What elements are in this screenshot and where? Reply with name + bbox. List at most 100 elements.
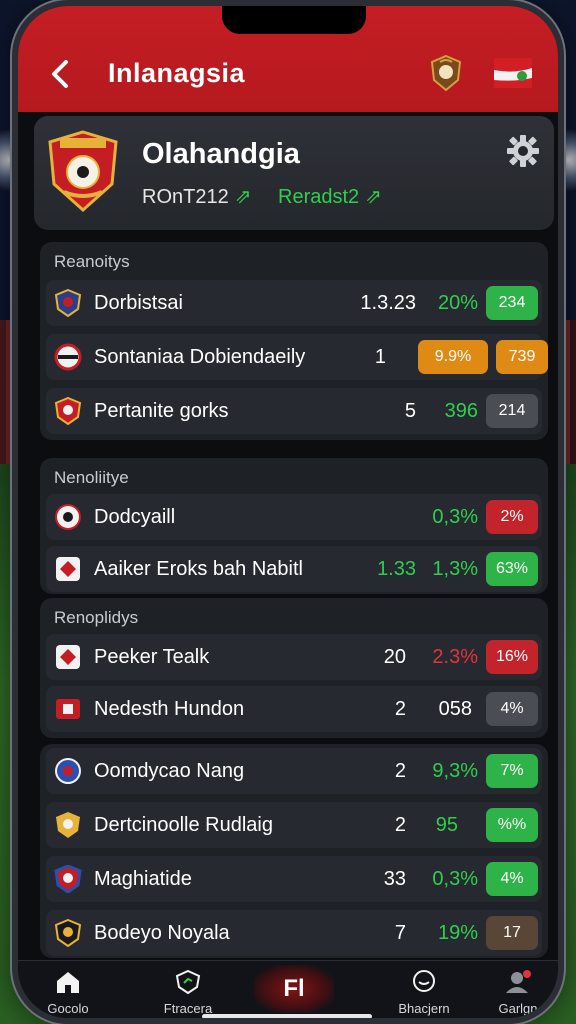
row-name: Peeker Tealk xyxy=(94,646,210,668)
team-name: Olahandgia xyxy=(142,138,300,170)
row-name: Dodcyaill xyxy=(94,506,176,528)
list-item[interactable]: Dorbistsai 1.3.23 20% 234 xyxy=(46,280,542,326)
list-item[interactable]: Aaiker Eroks bah Nabitl 1.33 1,3% 63% xyxy=(46,546,542,592)
row-percent: 0,3% xyxy=(432,868,478,890)
team-stat-1-label: ROnT212 xyxy=(142,186,229,208)
row-value: 5 xyxy=(404,400,416,422)
stats-section: Oomdycao Nang 2 9,3% 7% Dertcinoolle Rud… xyxy=(40,744,548,958)
page-title: Inlanagsia xyxy=(108,58,246,88)
team-stat-2: Reradst2 ⇗ xyxy=(278,184,382,209)
row-value: 2 xyxy=(394,760,406,782)
profile-icon xyxy=(506,970,531,993)
row-badge: 234 xyxy=(486,286,538,320)
row-percent: 396 xyxy=(444,400,478,422)
row-value: 1.33 xyxy=(377,558,416,580)
row-badge: %% xyxy=(486,808,538,842)
section-title: Renoplidys xyxy=(54,608,139,627)
phone-notch xyxy=(222,6,366,34)
phone-frame: Inlanagsia Olahandgia ROnT212 ⇗ Reradst2… xyxy=(12,0,564,1024)
section-title: Reanoitys xyxy=(54,252,130,271)
list-item[interactable]: Dodcyaill 0,3% 2% xyxy=(46,494,542,540)
row-badge: 7% xyxy=(486,754,538,788)
row-value: 2 xyxy=(394,698,406,720)
nav-item-chat[interactable]: Bhacjern xyxy=(384,969,464,1016)
row-badge: 17 xyxy=(486,916,538,950)
club-logo-icon xyxy=(54,397,82,425)
club-logo-icon xyxy=(54,865,82,893)
chat-icon xyxy=(413,970,435,992)
club-logo-icon xyxy=(54,343,82,371)
gear-icon xyxy=(507,135,539,167)
row-percent: 20% xyxy=(437,292,478,314)
stats-section: Reanoitys Dorbistsai 1.3.23 20% 234 Sont… xyxy=(40,242,548,440)
row-name: Sontaniaa Dobiendaeily xyxy=(94,346,306,368)
home-indicator xyxy=(202,1014,372,1018)
club-crest-icon[interactable] xyxy=(428,54,464,92)
row-badge: 4% xyxy=(486,692,538,726)
row-name: Dertcinoolle Rudlaig xyxy=(94,814,273,836)
row-percent: 0,3% xyxy=(432,506,478,528)
nav-item-profile[interactable]: Garlgn xyxy=(478,969,558,1016)
row-badge: 739 xyxy=(496,340,548,374)
nav-label: Bhacjern xyxy=(398,1001,450,1016)
row-value: 1 xyxy=(374,346,386,368)
list-item[interactable]: Maghiatide 33 0,3% 4% xyxy=(46,856,542,902)
row-name: Maghiatide xyxy=(94,868,192,890)
club-logo-icon xyxy=(54,919,82,947)
section-title: Nenoliitye xyxy=(54,468,129,487)
club-logo-icon xyxy=(56,812,80,838)
stats-section: Renoplidys Peeker Tealk 20 2.3% 16% Nede… xyxy=(40,598,548,738)
list-item[interactable]: Bodeyo Noyala 7 19% 17 xyxy=(46,910,542,956)
home-icon xyxy=(57,972,79,993)
nav-item-home[interactable]: Gocolo xyxy=(28,969,108,1016)
row-percent: 19% xyxy=(437,922,478,944)
row-badge: 16% xyxy=(486,640,538,674)
row-name: Bodeyo Noyala xyxy=(94,922,230,944)
row-name: Pertanite gorks xyxy=(94,400,229,422)
stats-section: Nenoliitye Dodcyaill 0,3% 2% Aaiker Erok… xyxy=(40,458,548,594)
nav-label: Garlgn xyxy=(498,1001,538,1016)
team-card: Olahandgia ROnT212 ⇗ Reradst2 ⇗ xyxy=(34,116,554,230)
row-percent: 9,3% xyxy=(432,760,478,782)
trend-up-icon: ⇗ xyxy=(234,186,252,208)
list-item[interactable]: Sontaniaa Dobiendaeily 1 9.9% 739 xyxy=(46,334,548,380)
flag-icon[interactable] xyxy=(494,58,532,88)
nav-label: Gocolo xyxy=(47,1001,89,1016)
row-badge: 4% xyxy=(486,862,538,896)
row-value: 33 xyxy=(383,868,406,890)
row-percent: 2.3% xyxy=(432,646,478,668)
club-logo-icon xyxy=(56,557,80,581)
row-value: 1.3.23 xyxy=(360,292,416,314)
row-percent: 058 xyxy=(438,698,472,720)
club-logo-icon xyxy=(55,758,81,784)
list-item[interactable]: Dertcinoolle Rudlaig 2 95 %% xyxy=(46,802,542,848)
center-logo: Fl xyxy=(283,975,305,1002)
row-percent: 9.9% xyxy=(418,340,488,374)
chevron-left-icon xyxy=(52,60,68,88)
nav-item-stats[interactable]: Ftracera xyxy=(148,969,228,1016)
team-stat-2-label: Reradst2 xyxy=(278,186,360,208)
row-name: Oomdycao Nang xyxy=(94,760,245,782)
row-badge: 63% xyxy=(486,552,538,586)
nav-item-center[interactable]: Fl xyxy=(254,965,334,1013)
row-badge: 214 xyxy=(486,394,538,428)
list-item[interactable]: Oomdycao Nang 2 9,3% 7% xyxy=(46,748,542,794)
club-logo-icon xyxy=(56,699,80,719)
back-button[interactable] xyxy=(46,56,76,92)
trend-up-icon: ⇗ xyxy=(365,186,382,208)
list-item[interactable]: Peeker Tealk 20 2.3% 16% xyxy=(46,634,542,680)
shield-icon xyxy=(175,969,201,995)
row-value: 7 xyxy=(394,922,406,944)
settings-button[interactable] xyxy=(506,134,540,168)
club-logo-icon xyxy=(55,504,81,530)
list-item[interactable]: Pertanite gorks 5 396 214 xyxy=(46,388,542,434)
row-percent: 1,3% xyxy=(432,558,478,580)
list-item[interactable]: Nedesth Hundon 2 058 4% xyxy=(46,686,542,732)
team-crest-icon xyxy=(46,130,120,214)
team-stat-1: ROnT212 ⇗ xyxy=(142,184,251,209)
row-value: 20 xyxy=(383,646,406,668)
row-name: Aaiker Eroks bah Nabitl xyxy=(94,558,303,580)
club-logo-icon xyxy=(56,645,80,669)
club-logo-icon xyxy=(54,289,82,317)
row-value: 2 xyxy=(394,814,406,836)
